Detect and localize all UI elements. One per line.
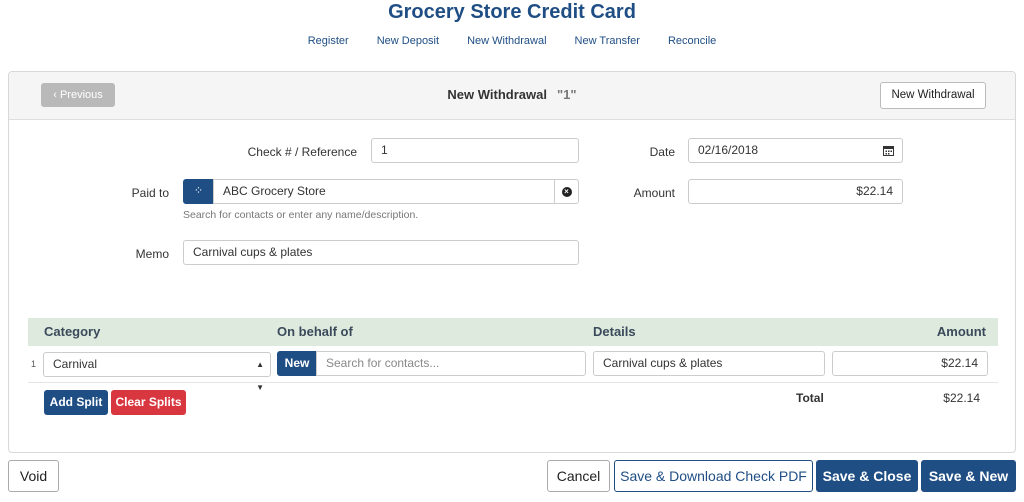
nav-reconcile[interactable]: Reconcile xyxy=(654,34,730,48)
total-value: $22.14 xyxy=(943,391,980,405)
new-withdrawal-button[interactable]: New Withdrawal xyxy=(880,82,986,109)
sort-arrows-icon: ▲ ▼ xyxy=(256,360,264,392)
calendar-button[interactable] xyxy=(874,138,903,163)
amount-input[interactable]: $22.14 xyxy=(688,179,903,204)
category-column-header: Category xyxy=(44,324,101,339)
save-close-button[interactable]: Save & Close xyxy=(816,460,918,492)
on-behalf-of-input[interactable]: Search for contacts... xyxy=(316,351,586,376)
date-input[interactable]: 02/16/2018 xyxy=(688,138,875,163)
amount-column-header: Amount xyxy=(936,324,986,339)
panel-header: ‹ Previous New Withdrawal "1" New Withdra… xyxy=(9,72,1015,120)
date-label: Date xyxy=(649,145,675,159)
split-row-number: 1 xyxy=(31,359,37,369)
split-amount-input[interactable]: $22.14 xyxy=(832,351,988,376)
nav-register[interactable]: Register xyxy=(294,34,363,48)
clear-paid-to-button[interactable]: × xyxy=(554,179,579,204)
splits-divider xyxy=(28,382,998,383)
page-title: Grocery Store Credit Card xyxy=(388,1,636,23)
clear-icon: × xyxy=(561,186,572,197)
on-behalf-of-placeholder: Search for contacts... xyxy=(326,356,440,370)
category-value: Carnival xyxy=(53,357,98,371)
paid-to-label: Paid to xyxy=(131,186,169,200)
paid-to-input[interactable]: ABC Grocery Store xyxy=(213,179,555,204)
memo-label: Memo xyxy=(135,247,169,261)
check-reference-input[interactable]: 1 xyxy=(371,138,579,163)
nav-new-withdrawal[interactable]: New Withdrawal xyxy=(453,34,560,48)
new-contact-button[interactable]: New xyxy=(277,351,317,376)
nav-new-deposit[interactable]: New Deposit xyxy=(363,34,453,48)
amount-label: Amount xyxy=(633,186,675,200)
clear-splits-button[interactable]: Clear Splits xyxy=(111,390,186,415)
calendar-icon xyxy=(882,146,894,157)
save-download-pdf-button[interactable]: Save & Download Check PDF xyxy=(614,460,813,492)
splits-header: Category On behalf of Details Amount xyxy=(28,318,998,346)
memo-input[interactable]: Carnival cups & plates xyxy=(183,240,579,265)
split-details-input[interactable]: Carnival cups & plates xyxy=(593,351,825,376)
save-new-button[interactable]: Save & New xyxy=(921,460,1016,492)
on-behalf-of-column-header: On behalf of xyxy=(277,324,353,339)
add-split-button[interactable]: Add Split xyxy=(44,390,108,415)
spinner-icon: ⁘ xyxy=(193,185,204,197)
check-reference-label: Check # / Reference xyxy=(247,145,357,159)
transaction-number: "1" xyxy=(557,87,577,102)
details-column-header: Details xyxy=(593,324,636,339)
category-select[interactable]: Carnival ▲ ▼ xyxy=(43,352,271,392)
transaction-title: New Withdrawal "1" xyxy=(9,87,1015,102)
top-nav: Register New Deposit New Withdrawal New … xyxy=(0,34,1024,48)
void-button[interactable]: Void xyxy=(8,460,59,492)
total-label: Total xyxy=(796,391,824,405)
cancel-button[interactable]: Cancel xyxy=(547,460,610,492)
transaction-type: New Withdrawal xyxy=(447,87,547,102)
nav-new-transfer[interactable]: New Transfer xyxy=(561,34,654,48)
paid-to-help: Search for contacts or enter any name/de… xyxy=(183,209,419,221)
contact-lookup-button[interactable]: ⁘ xyxy=(183,179,214,204)
